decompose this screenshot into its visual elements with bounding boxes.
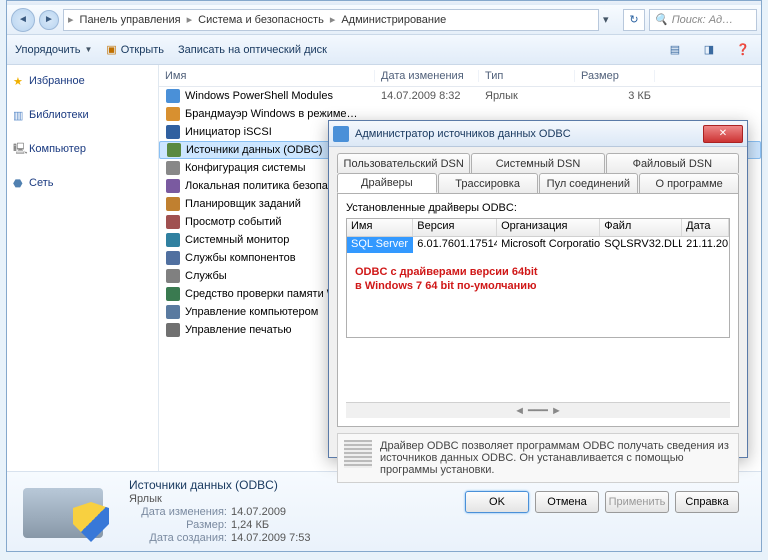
- toolbar: Упорядочить▼ ▣Открыть Записать на оптиче…: [7, 35, 761, 65]
- info-panel: Драйвер ODBC позволяет программам ODBC п…: [337, 433, 739, 483]
- details-type: Ярлык: [129, 493, 311, 505]
- help-button[interactable]: Справка: [675, 491, 739, 513]
- cancel-button[interactable]: Отмена: [535, 491, 599, 513]
- col-name[interactable]: Имя: [159, 70, 375, 82]
- installed-drivers-label: Установленные драйверы ODBC:: [346, 202, 730, 214]
- file-icon: [165, 250, 181, 266]
- ok-button[interactable]: OK: [465, 491, 529, 513]
- close-button[interactable]: ✕: [703, 125, 743, 143]
- file-icon: [165, 232, 181, 248]
- file-name: Брандмауэр Windows в режиме…: [185, 108, 381, 120]
- refresh-button[interactable]: ↻: [623, 9, 645, 31]
- sidebar-favorites[interactable]: ★Избранное: [7, 71, 158, 91]
- tab-panel: Установленные драйверы ODBC: Имя Версия …: [337, 193, 739, 427]
- tab-user-dsn[interactable]: Пользовательский DSN: [337, 153, 470, 173]
- nav-forward-button[interactable]: ►: [39, 10, 59, 30]
- horizontal-scrollbar[interactable]: ◄ ━━━ ►: [346, 402, 730, 418]
- file-icon: [165, 106, 181, 122]
- col-type[interactable]: Тип: [479, 70, 575, 82]
- view-options-button[interactable]: ▤: [665, 40, 685, 60]
- dialog-titlebar[interactable]: Администратор источников данных ODBC ✕: [329, 121, 747, 147]
- file-icon: [165, 304, 181, 320]
- burn-button[interactable]: Записать на оптический диск: [178, 44, 327, 56]
- preview-pane-button[interactable]: ◨: [699, 40, 719, 60]
- file-icon: [165, 160, 181, 176]
- info-icon: [344, 440, 372, 468]
- file-row[interactable]: Windows PowerShell Modules14.07.2009 8:3…: [159, 87, 761, 105]
- file-icon: [165, 124, 181, 140]
- tab-about[interactable]: О программе: [639, 173, 739, 193]
- breadcrumb[interactable]: ▸ Панель управления ▸ Система и безопасн…: [63, 9, 599, 31]
- file-icon: [165, 178, 181, 194]
- open-button[interactable]: ▣Открыть: [106, 43, 164, 56]
- file-icon: [165, 214, 181, 230]
- col-size[interactable]: Размер: [575, 70, 655, 82]
- driver-list[interactable]: Имя Версия Организация Файл Дата SQL Ser…: [346, 218, 730, 338]
- col-date[interactable]: Дата изменения: [375, 70, 479, 82]
- navigation-pane: ★Избранное ▥Библиотеки 🖳Компьютер ⬣Сеть: [7, 65, 159, 471]
- dialog-title: Администратор источников данных ODBC: [355, 128, 697, 140]
- tab-file-dsn[interactable]: Файловый DSN: [606, 153, 739, 173]
- details-title: Источники данных (ODBC): [129, 478, 311, 492]
- address-bar: ◄ ► ▸ Панель управления ▸ Система и безо…: [7, 5, 761, 35]
- file-icon: [165, 88, 181, 104]
- sidebar-computer[interactable]: 🖳Компьютер: [7, 139, 158, 159]
- tab-pooling[interactable]: Пул соединений: [539, 173, 639, 193]
- libraries-icon: ▥: [13, 109, 23, 122]
- file-name: Windows PowerShell Modules: [185, 90, 381, 102]
- driver-row[interactable]: SQL Server 6.01.7601.17514 Microsoft Cor…: [347, 237, 729, 253]
- details-icon: [17, 478, 117, 544]
- breadcrumb-seg[interactable]: Администрирование: [337, 14, 450, 26]
- sidebar-network[interactable]: ⬣Сеть: [7, 173, 158, 193]
- help-button[interactable]: ❓: [733, 40, 753, 60]
- network-icon: ⬣: [13, 177, 23, 190]
- tab-drivers[interactable]: Драйверы: [337, 173, 437, 193]
- file-icon: [165, 196, 181, 212]
- annotation-overlay: ODBC с драйверами версии 64bit в Windows…: [347, 265, 729, 294]
- breadcrumb-seg[interactable]: Система и безопасность: [194, 14, 328, 26]
- column-headers[interactable]: Имя Дата изменения Тип Размер: [159, 65, 761, 87]
- tab-tracing[interactable]: Трассировка: [438, 173, 538, 193]
- computer-icon: 🖳: [13, 140, 28, 159]
- file-icon: [165, 268, 181, 284]
- odbc-icon: [333, 126, 349, 142]
- apply-button[interactable]: Применить: [605, 491, 669, 513]
- search-input[interactable]: 🔍 Поиск: Ад…: [649, 9, 757, 31]
- tab-system-dsn[interactable]: Системный DSN: [471, 153, 604, 173]
- file-icon: [165, 322, 181, 338]
- organize-menu[interactable]: Упорядочить▼: [15, 44, 92, 56]
- odbc-admin-dialog: Администратор источников данных ODBC ✕ П…: [328, 120, 748, 458]
- file-icon: [166, 142, 182, 158]
- sidebar-libraries[interactable]: ▥Библиотеки: [7, 105, 158, 125]
- search-icon: 🔍: [654, 13, 668, 26]
- star-icon: ★: [13, 75, 23, 88]
- nav-back-button[interactable]: ◄: [11, 8, 35, 32]
- breadcrumb-seg[interactable]: Панель управления: [76, 14, 185, 26]
- file-icon: [165, 286, 181, 302]
